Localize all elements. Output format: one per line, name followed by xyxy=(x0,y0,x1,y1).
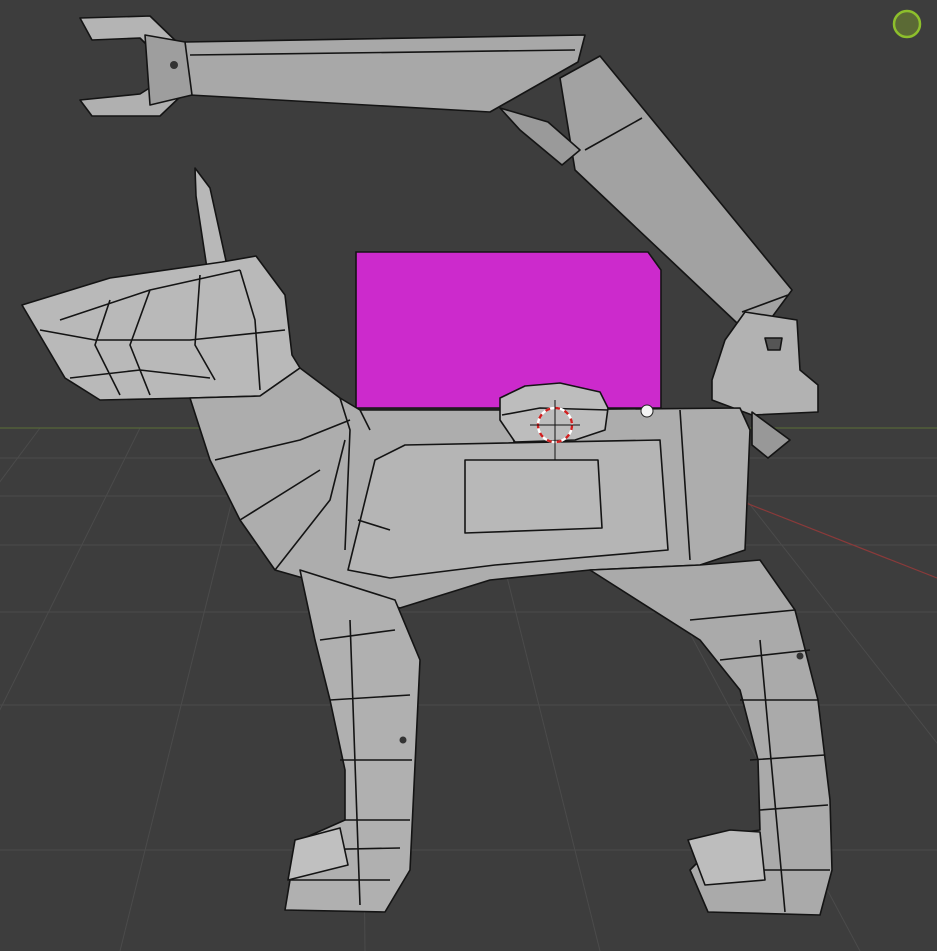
dog-back-hatch xyxy=(464,459,603,534)
gripper-body xyxy=(144,34,193,106)
dog-ear xyxy=(194,167,229,276)
dog-head xyxy=(21,255,301,401)
bolt xyxy=(796,652,804,660)
light-dot-icon[interactable] xyxy=(640,404,654,418)
3d-viewport[interactable] xyxy=(0,0,937,951)
bolt xyxy=(399,736,407,744)
dog-model[interactable] xyxy=(21,61,833,916)
camera-orbit-circle-icon[interactable] xyxy=(892,9,922,39)
bolt xyxy=(170,61,178,69)
selected-face[interactable] xyxy=(355,251,662,409)
arm-upper-segment xyxy=(184,34,586,113)
mount-bolt xyxy=(764,337,783,351)
arm-mount-bracket xyxy=(751,411,791,459)
viewport-scene[interactable] xyxy=(0,0,937,951)
arm-mount xyxy=(711,311,819,416)
